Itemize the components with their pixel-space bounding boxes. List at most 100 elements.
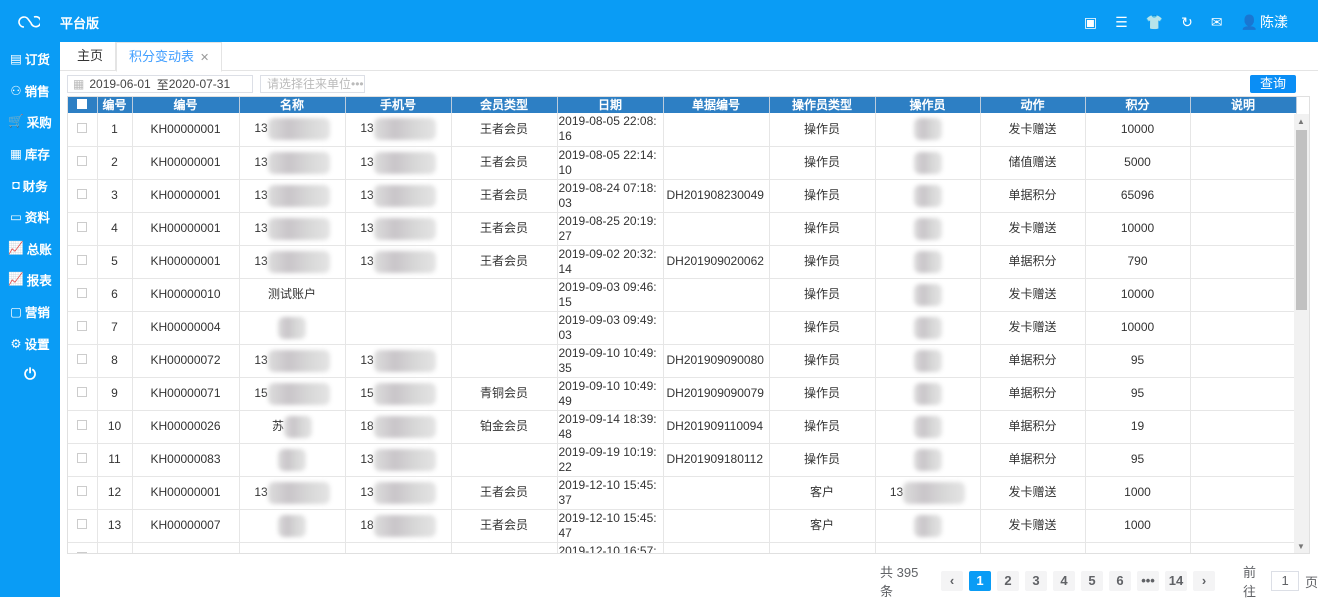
row-checkbox[interactable]	[68, 443, 98, 477]
table-row[interactable]: 1 KH00000001 13 13 王者会员 2019-08-05 22:08:16 操作…	[68, 113, 1297, 147]
date-start[interactable]: 2019-06-01	[89, 77, 150, 91]
row-checkbox[interactable]	[68, 179, 98, 213]
cell-text: 2019-08-05 22:08:16	[558, 114, 657, 144]
sidebar-item-data[interactable]: ▭ 资料	[0, 201, 60, 233]
row-checkbox[interactable]	[68, 410, 98, 444]
close-icon[interactable]: ✕	[200, 52, 209, 64]
sidebar-item-report[interactable]: 📈 报表	[0, 264, 60, 296]
table-row[interactable]: 2019-12-10 16:57:2	[68, 542, 1297, 553]
cell-text: 13	[107, 518, 122, 532]
select-all-checkbox[interactable]	[68, 97, 98, 113]
cell-text: 13	[360, 484, 374, 499]
cell-text: 2019-09-02 20:32:14	[558, 246, 657, 276]
row-checkbox[interactable]	[68, 311, 98, 345]
page-suffix: 页	[1305, 574, 1318, 590]
cell-op	[875, 509, 981, 543]
table-row[interactable]: 6 KH00000010 测试账户 2019-09-03 09:46:15 操作员 发卡赠…	[68, 278, 1297, 312]
row-checkbox[interactable]	[68, 245, 98, 279]
cell-text: 2019-09-10 10:49:49	[558, 378, 657, 408]
redacted-blur	[278, 316, 306, 339]
table-row[interactable]: 11 KH00000083 13 2019-09-19 10:19:22 DH20190…	[68, 443, 1297, 477]
menu-icon[interactable]: ☰	[1115, 14, 1128, 31]
sidebar-item-finance[interactable]: ◘ 财务	[0, 169, 60, 201]
row-checkbox[interactable]	[68, 113, 98, 147]
row-checkbox[interactable]	[68, 344, 98, 378]
page-button[interactable]: 2	[997, 571, 1020, 591]
cell-doc: DH201909020062	[663, 245, 770, 279]
table-row[interactable]: 12 KH00000001 13 13 王者会员 2019-12-10 15:45:37 客…	[68, 476, 1297, 510]
partner-select[interactable]: 请选择往来单位•••	[260, 75, 365, 93]
cell-text: 2019-09-10 10:49:35	[558, 345, 657, 375]
user-menu[interactable]: 👤 陈漾	[1241, 12, 1288, 32]
row-checkbox[interactable]	[68, 476, 98, 510]
date-range-picker[interactable]: ▦ 2019-06-01 至 2020-07-31	[67, 75, 253, 93]
scroll-up-icon[interactable]: ▲	[1297, 117, 1305, 126]
row-checkbox[interactable]	[68, 278, 98, 312]
table-row[interactable]: 13 KH00000007 18 王者会员 2019-12-10 15:45:47 客户 发…	[68, 509, 1297, 543]
cell-phone: 13	[345, 245, 452, 279]
row-checkbox[interactable]	[68, 509, 98, 543]
row-checkbox[interactable]	[68, 377, 98, 411]
cell-note	[1190, 311, 1297, 345]
mail-icon[interactable]: ✉	[1211, 14, 1223, 31]
date-end[interactable]: 2020-07-31	[169, 77, 230, 91]
table-row[interactable]: 3 KH00000001 13 13 王者会员 2019-08-24 07:18:03 DH…	[68, 179, 1297, 213]
page-button[interactable]: 1	[969, 571, 992, 591]
page-button[interactable]: 5	[1081, 571, 1104, 591]
scroll-down-icon[interactable]: ▼	[1297, 542, 1305, 551]
page-button[interactable]: 14	[1165, 571, 1188, 591]
sidebar-label: 营销	[24, 306, 50, 321]
row-checkbox[interactable]	[68, 542, 98, 553]
table-row[interactable]: 5 KH00000001 13 13 王者会员 2019-09-02 20:32:14 DH…	[68, 245, 1297, 279]
table-row[interactable]: 4 KH00000001 13 13 王者会员 2019-08-25 20:19:27 操作…	[68, 212, 1297, 246]
table-row[interactable]: 8 KH00000072 13 13 2019-09-10 10:49:35 DH2019…	[68, 344, 1297, 378]
vertical-scrollbar[interactable]: ▲ ▼	[1294, 114, 1309, 553]
next-page-button[interactable]: ›	[1193, 571, 1216, 591]
page-button[interactable]: 3	[1025, 571, 1048, 591]
redacted-blur	[913, 151, 942, 174]
id-card-icon: ▭	[10, 210, 22, 225]
scrollbar-thumb[interactable]	[1296, 130, 1307, 310]
sidebar-item-stock[interactable]: ▦ 库存	[0, 138, 60, 170]
row-checkbox[interactable]	[68, 146, 98, 180]
cell-text: 18	[360, 517, 374, 532]
row-checkbox[interactable]	[68, 212, 98, 246]
table-row[interactable]: 2 KH00000001 13 13 王者会员 2019-08-05 22:14:10 操作…	[68, 146, 1297, 180]
cell-n: 10	[97, 410, 133, 444]
cell-text: 王者会员	[479, 485, 528, 499]
sidebar-item-marketing[interactable]: ▢ 营销	[0, 296, 60, 328]
sidebar-item-ledger[interactable]: 📈 总账	[0, 233, 60, 265]
cell-op	[875, 377, 981, 411]
cell-type: 王者会员	[451, 245, 558, 279]
sidebar-item-purchase[interactable]: 🛒 采购	[0, 106, 60, 138]
prev-page-button[interactable]: ‹	[941, 571, 964, 591]
dropdown-box-icon[interactable]: ▣	[1084, 14, 1097, 31]
page-button[interactable]: 6	[1109, 571, 1132, 591]
sidebar-item-sales[interactable]: ⚇ 销售	[0, 75, 60, 107]
query-button[interactable]: 查询	[1250, 75, 1296, 93]
table-row[interactable]: 9 KH00000071 15 15 青铜会员 2019-09-10 10:49:49 DH…	[68, 377, 1297, 411]
cell-name: 15	[239, 377, 346, 411]
table-row[interactable]: 10 KH00000026 苏 18 铂金会员 2019-09-14 18:39:48 DH…	[68, 410, 1297, 444]
tab-points-change[interactable]: 积分变动表 ✕	[116, 42, 223, 72]
sidebar-item-settings[interactable]: ⚙ 设置	[0, 327, 60, 359]
cell-points: 10000	[1085, 113, 1191, 147]
table-row[interactable]: 7 KH00000004 2019-09-03 09:49:03 操作员 发卡赠送 100…	[68, 311, 1297, 345]
cell-phone: 13	[345, 344, 452, 378]
redacted-blur	[373, 514, 436, 537]
cell-text: 储值赠送	[1008, 155, 1057, 169]
cell-text: 发卡赠送	[1008, 221, 1057, 235]
shirt-icon[interactable]: 👕	[1146, 14, 1163, 31]
cell-date: 2019-12-10 16:57:2	[557, 542, 664, 553]
refresh-icon[interactable]: ↻	[1181, 14, 1193, 31]
power-button[interactable]: ⏻	[0, 359, 60, 391]
tab-home[interactable]: 主页	[65, 42, 117, 70]
redacted-blur	[278, 514, 306, 537]
sidebar-label: 库存	[24, 148, 50, 163]
cell-type: 铂金会员	[451, 410, 558, 444]
page-button[interactable]: •••	[1137, 571, 1160, 591]
page-button[interactable]: 4	[1053, 571, 1076, 591]
total-count: 共 395 条	[880, 565, 919, 599]
goto-page-input[interactable]: 1	[1271, 571, 1299, 591]
sidebar-item-order[interactable]: ▤ 订货	[0, 43, 60, 75]
